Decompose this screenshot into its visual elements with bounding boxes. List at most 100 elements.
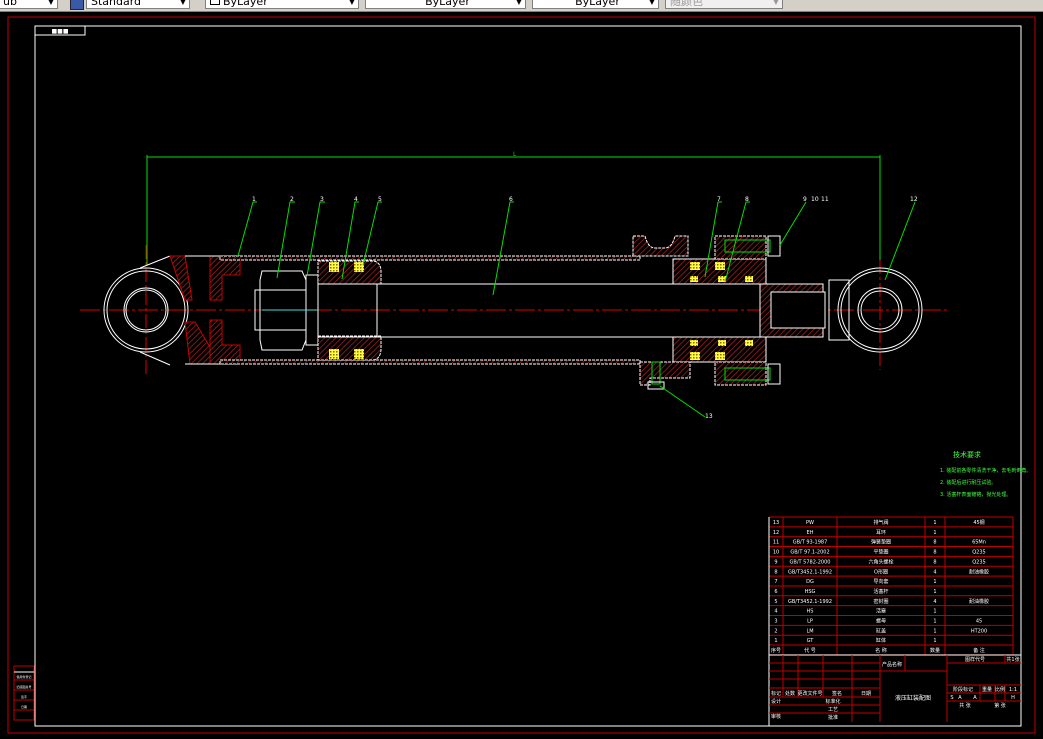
balloon-2: 2 (290, 196, 294, 203)
scale-label: 比例 (995, 686, 1005, 693)
parts-cell: 10 (773, 550, 779, 556)
parts-cell: 45钢 (973, 519, 984, 526)
parts-cell: GB/T 93-1987 (793, 540, 828, 546)
parts-cell: Q235 (972, 550, 985, 556)
balloon-13: 13 (705, 413, 713, 420)
parts-cell: 耳环 (876, 530, 886, 536)
text-style-dropdown[interactable]: ub ▼ (0, 0, 58, 9)
parts-cell: 5 (774, 599, 777, 605)
parts-cell: 缸体 (876, 637, 886, 644)
parts-cell: 耐油橡胶 (969, 598, 989, 605)
chevron-down-icon: ▼ (515, 0, 522, 6)
stage-s: S (950, 695, 953, 701)
balloon-5: 5 (378, 196, 382, 203)
parts-cell: LM (806, 628, 813, 634)
parts-cell: 活塞杆 (873, 588, 888, 595)
side-registration-strip: 借用件登记 旧底图总号 签字 日期 (13, 665, 35, 721)
parts-header-cell: 序号 (771, 647, 781, 654)
parts-cell: PW (806, 520, 814, 526)
check-label: 审核 (771, 713, 781, 720)
parts-cell: 1 (933, 609, 936, 615)
dimension-style-value: Standard (91, 0, 142, 8)
parts-header-cell: 名 称 (875, 647, 887, 654)
parts-cell: 活塞 (876, 608, 886, 615)
side-label: 签字 (21, 694, 27, 699)
weight-label: 重量 (982, 686, 992, 693)
parts-cell: 1 (933, 530, 936, 536)
parts-cell: 13 (773, 520, 779, 526)
tech-req-line: 1. 装配前各零件清洗干净，去毛刺倒角。 (940, 467, 1031, 474)
parts-header-cell: 备 注 (973, 647, 985, 654)
parts-header-cell: 数量 (930, 647, 940, 654)
parts-list-table: 13 PW 排气阀 1 45钢12 EH 耳环 111 GB/T 93-1987 弹簧垫圈 8 65M… (768, 516, 1014, 656)
change-file-label: 更改文件号 (797, 690, 822, 697)
chevron-down-icon: ▼ (648, 0, 655, 6)
dimension-style-icon (70, 0, 84, 10)
parts-cell: GT (807, 638, 815, 644)
tech-req-line: 2. 装配后进行耐压试验。 (940, 479, 996, 486)
parts-cell: 4 (933, 599, 936, 605)
balloon-4: 4 (354, 196, 358, 203)
lineweight-dropdown[interactable]: ByLayer ▼ (532, 0, 659, 9)
linetype-value: ByLayer (425, 0, 470, 8)
tech-req-line: 3. 活塞杆表面镀铬，抛光处理。 (940, 491, 1011, 498)
balloon-7: 7 (717, 196, 721, 203)
parts-cell: GB/T3452.1-1992 (788, 599, 832, 605)
layer-dropdown[interactable]: ByLayer ▼ (205, 0, 359, 9)
parts-cell: 8 (933, 559, 936, 565)
stage-label: 阶段标记 (953, 686, 973, 693)
parts-cell: 1 (774, 638, 777, 644)
count-label: 处数 (785, 690, 795, 697)
parts-cell: 4 (774, 609, 777, 615)
drawing-canvas[interactable]: ■■■ L 1 2 3 4 5 6 7 8 9 10 11 12 13 技术要求… (0, 12, 1043, 739)
total-sheets: 共 张 (959, 702, 971, 709)
drawing-frame (34, 25, 1022, 727)
parts-cell: 1 (933, 619, 936, 625)
parts-cell: 1 (933, 589, 936, 595)
side-label: 借用件登记 (16, 674, 31, 679)
parts-cell: O形圈 (874, 568, 888, 575)
balloon-6: 6 (509, 196, 513, 203)
parts-cell: 45 (976, 619, 982, 625)
sheet-label: 共1张 (1006, 656, 1019, 663)
sheet-number: 第 张 (994, 702, 1006, 709)
parts-cell: 弹簧垫圈 (871, 539, 891, 546)
parts-cell: 密封圈 (873, 598, 888, 605)
stage-a2: A (973, 695, 977, 701)
parts-cell: 12 (773, 530, 779, 536)
parts-cell: 导向套 (873, 578, 888, 585)
parts-cell: 8 (774, 569, 777, 575)
parts-cell: 6 (774, 589, 777, 595)
parts-cell: 1 (933, 579, 936, 585)
plot-style-value: 随颜色 (670, 0, 703, 8)
parts-cell: 1 (933, 520, 936, 526)
parts-cell: 65Mn (972, 540, 986, 546)
linetype-dropdown[interactable]: ByLayer ▼ (365, 0, 526, 9)
chevron-down-icon: ▼ (348, 0, 355, 6)
parts-cell: HT200 (971, 628, 987, 634)
product-name-label: 产品名称 (882, 661, 902, 668)
side-label: 日期 (21, 704, 27, 709)
parts-cell: 8 (933, 540, 936, 546)
parts-cell: 11 (773, 540, 779, 546)
parts-cell: 排气阀 (873, 519, 888, 526)
layer-value: ByLayer (223, 0, 268, 8)
parts-cell: HS (807, 609, 814, 615)
parts-cell: DG (806, 579, 814, 585)
dimension-style-dropdown[interactable]: Standard ▼ (86, 0, 190, 9)
chevron-down-icon: ▼ (47, 0, 54, 6)
plot-style-dropdown[interactable]: 随颜色 ▼ (665, 0, 783, 9)
parts-cell: 六角头螺栓 (868, 558, 893, 565)
parts-cell: 耐油橡胶 (969, 568, 989, 575)
drawing-number-label: 图样代号 (965, 656, 985, 663)
parts-cell: 1 (933, 638, 936, 644)
chevron-down-icon: ▼ (179, 0, 186, 6)
balloon-12: 12 (910, 196, 918, 203)
process-label: 工艺 (828, 707, 838, 713)
balloon-9: 9 (803, 196, 807, 203)
parts-cell: 2 (774, 628, 777, 634)
balloon-3: 3 (320, 196, 324, 203)
parts-cell: 9 (774, 559, 777, 565)
chevron-down-icon: ▼ (772, 0, 779, 6)
parts-cell: 平垫圈 (873, 549, 888, 556)
